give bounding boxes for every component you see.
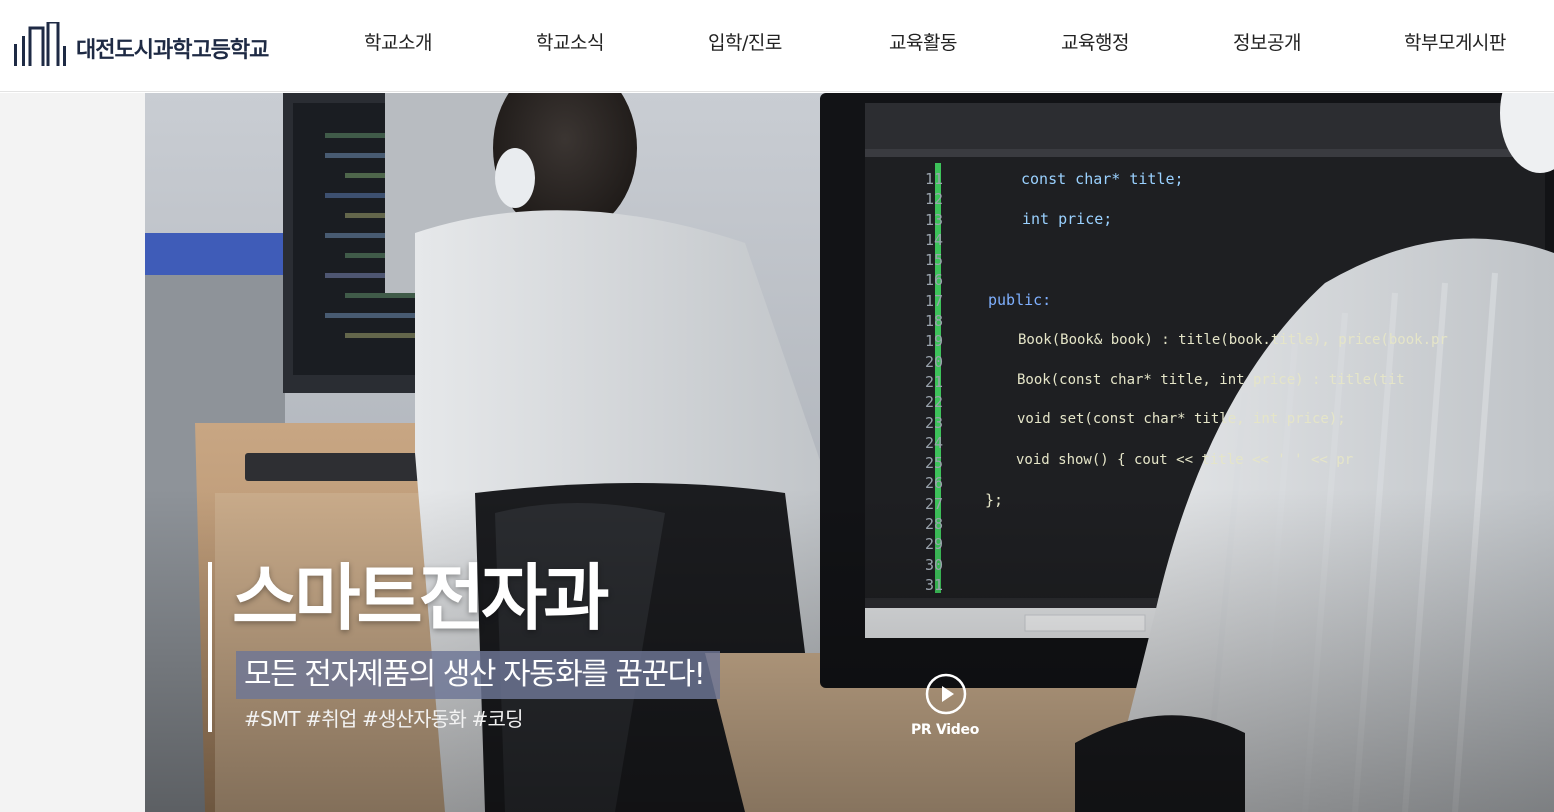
caption-accent-bar [208, 562, 212, 732]
line-number: 27 [924, 494, 943, 513]
code-line: Book(const char* title, int price) : tit… [1017, 372, 1405, 388]
line-number: 18 [924, 312, 943, 331]
nav-education-activities[interactable]: 교육활동 [889, 28, 957, 58]
line-number: 26 [924, 474, 943, 493]
line-number: 28 [924, 515, 943, 534]
department-hashtags: #SMT #취업 #생산자동화 #코딩 [244, 707, 523, 731]
nav-school-news[interactable]: 학교소식 [536, 28, 604, 58]
line-number: 24 [924, 433, 943, 452]
line-number: 22 [924, 393, 943, 412]
line-number: 25 [924, 454, 943, 473]
code-line: Book(Book& book) : title(book.title), pr… [1018, 332, 1448, 348]
line-number: 21 [924, 372, 943, 391]
line-number: 16 [924, 271, 943, 290]
line-number: 17 [924, 291, 943, 310]
line-numbers: 11 12 13 14 15 16 17 18 19 20 21 22 23 2… [919, 169, 943, 595]
line-number: 20 [924, 352, 943, 371]
line-number: 31 [924, 575, 943, 594]
code-line: public: [988, 291, 1052, 309]
pr-video-label: PR Video [910, 722, 980, 738]
line-number: 30 [924, 555, 943, 574]
nav-school-intro[interactable]: 학교소개 [364, 28, 432, 58]
department-title: 스마트전자과 [232, 556, 609, 640]
department-slogan: 모든 전자제품의 생산 자동화를 꿈꾼다! [236, 651, 721, 699]
line-number: 15 [924, 251, 943, 270]
code-line: void show() { cout << title << ' ' << pr [1016, 452, 1354, 468]
code-line: }; [985, 491, 1004, 509]
play-icon [925, 673, 967, 715]
line-number: 14 [924, 230, 943, 249]
code-line: const char* title; [1021, 170, 1184, 188]
line-number: 11 [924, 170, 943, 188]
left-background-strip [0, 93, 145, 812]
line-number: 12 [924, 190, 943, 209]
nav-admission-career[interactable]: 입학/진로 [708, 28, 782, 58]
line-number: 13 [924, 210, 943, 229]
line-number: 19 [924, 332, 943, 351]
line-number: 23 [924, 413, 943, 432]
line-number: 29 [924, 535, 943, 554]
nav-information-disclosure[interactable]: 정보공개 [1233, 28, 1301, 58]
nav-parent-board[interactable]: 학부모게시판 [1404, 28, 1506, 58]
pr-video-button[interactable]: PR Video [904, 672, 986, 746]
site-header: 대전도시과학고등학교 학교소개 학교소식 입학/진로 교육활동 교육행정 정보공… [0, 0, 1554, 92]
nav-administration[interactable]: 교육행정 [1061, 28, 1129, 58]
code-line: void set(const char* title, int price); [1017, 411, 1346, 427]
code-line: int price; [1022, 210, 1113, 228]
main-navigation: 학교소개 학교소식 입학/진로 교육활동 교육행정 정보공개 학부모게시판 [0, 0, 1554, 92]
